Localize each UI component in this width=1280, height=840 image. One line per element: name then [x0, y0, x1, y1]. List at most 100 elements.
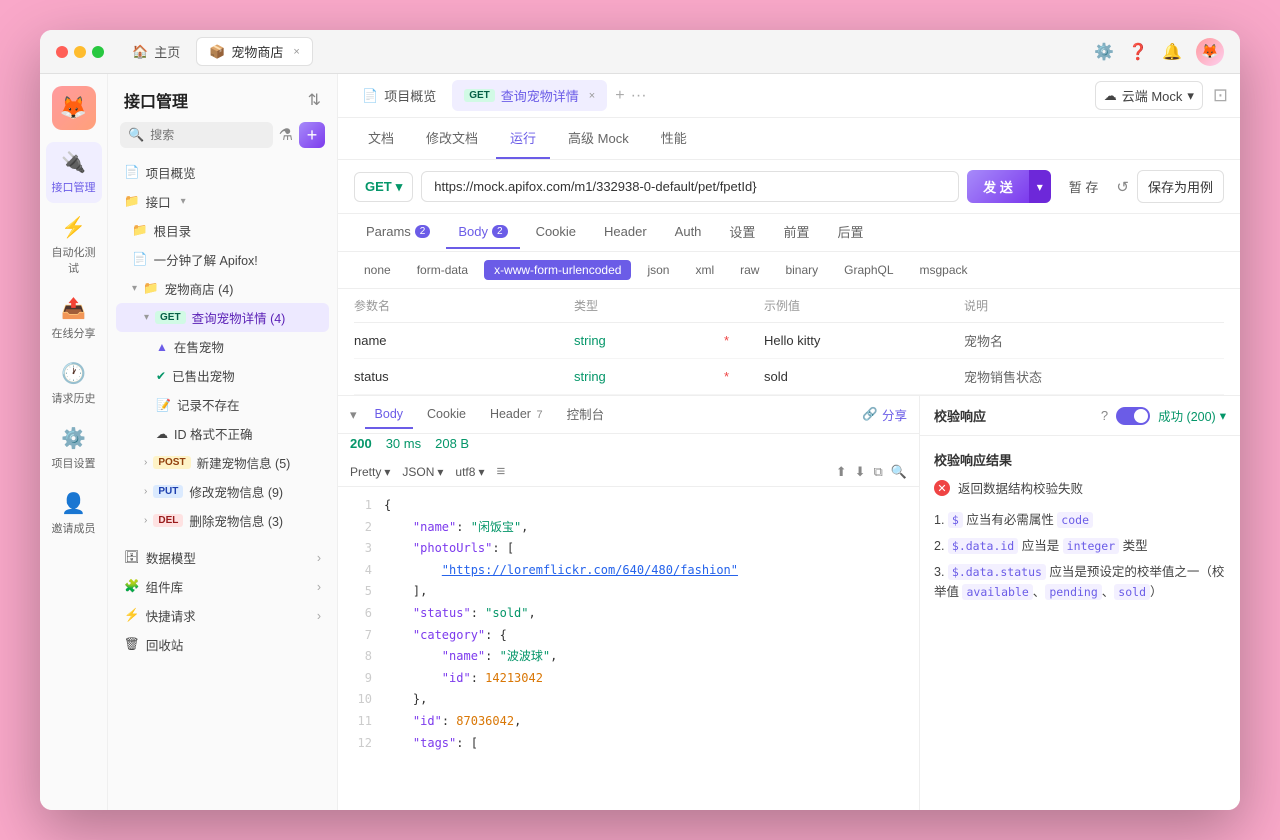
- params-tab-cookie[interactable]: Cookie: [524, 216, 588, 249]
- param-example-name[interactable]: Hello kitty: [764, 333, 964, 348]
- method-select[interactable]: GET ▾: [354, 172, 413, 202]
- tree-item-overview[interactable]: 📄 项目概览: [116, 158, 329, 187]
- body-type-msgpack[interactable]: msgpack: [910, 260, 978, 280]
- encoding-select[interactable]: utf8 ▾: [455, 465, 484, 479]
- add-tab-icon[interactable]: +: [615, 87, 624, 105]
- tree-item-interfaces[interactable]: 📁 接口 ▾: [116, 187, 329, 216]
- response-tab-console[interactable]: 控制台: [557, 398, 615, 431]
- response-tab-header[interactable]: Header 7: [480, 401, 553, 429]
- sidebar-item-automation[interactable]: ⚡ 自动化测试: [46, 207, 102, 284]
- params-tab-settings[interactable]: 设置: [717, 214, 767, 251]
- bell-icon[interactable]: 🔔: [1162, 42, 1182, 62]
- maximize-button[interactable]: [92, 46, 104, 58]
- method-badge-put: PUT: [153, 485, 183, 498]
- sidebar-item-api-management[interactable]: 🔌 接口管理: [46, 142, 102, 203]
- tree-item-del[interactable]: › DEL 删除宠物信息 (3): [116, 506, 329, 535]
- params-tab-auth[interactable]: Auth: [663, 216, 714, 249]
- top-nav-tab-overview[interactable]: 📄 项目概览: [350, 80, 448, 111]
- tree-item-id-error[interactable]: ☁ ID 格式不正确: [116, 419, 329, 448]
- tree-item-quick-request[interactable]: ⚡ 快捷请求 ›: [116, 601, 329, 630]
- body-count-badge: 2: [492, 225, 508, 238]
- sub-tab-run[interactable]: 运行: [496, 118, 550, 159]
- tree-item-pet-shop[interactable]: ▾ 📁 宠物商店 (4): [116, 274, 329, 303]
- minimize-button[interactable]: [74, 46, 86, 58]
- body-type-json[interactable]: json: [637, 260, 679, 280]
- copy-icon[interactable]: ⬆: [836, 464, 847, 480]
- expand-icon[interactable]: ⊡: [1213, 85, 1228, 106]
- titlebar-tab-shop[interactable]: 📦 宠物商店 ×: [196, 37, 313, 66]
- avatar[interactable]: 🦊: [1196, 38, 1224, 66]
- params-tab-header[interactable]: Header: [592, 216, 659, 249]
- sidebar-item-share[interactable]: 📤 在线分享: [46, 288, 102, 349]
- body-type-binary[interactable]: binary: [775, 260, 828, 280]
- tree-item-put-edit[interactable]: › PUT 修改宠物信息 (9): [116, 477, 329, 506]
- body-type-raw[interactable]: raw: [730, 260, 769, 280]
- param-name-name[interactable]: name: [354, 333, 574, 348]
- tree-item-data-model[interactable]: 🗄 数据模型 ›: [116, 543, 329, 572]
- params-tab-post[interactable]: 后置: [825, 214, 875, 251]
- main-layout: 🦊 🔌 接口管理 ⚡ 自动化测试 📤 在线分享 🕐 请求历史 ⚙️ 项目设置: [40, 74, 1240, 810]
- url-input[interactable]: [421, 171, 959, 202]
- filter-icon[interactable]: ⚗: [279, 125, 293, 145]
- response-tab-body[interactable]: Body: [365, 401, 414, 429]
- save-as-button[interactable]: 保存为用例: [1137, 170, 1224, 203]
- format-select[interactable]: Pretty ▾: [350, 465, 390, 479]
- send-button[interactable]: 发 送: [967, 170, 1029, 203]
- sidebar-item-settings[interactable]: ⚙️ 项目设置: [46, 418, 102, 479]
- tree-item-post-create[interactable]: › POST 新建宠物信息 (5): [116, 448, 329, 477]
- body-type-none[interactable]: none: [354, 260, 401, 280]
- cloud-mock-button[interactable]: ☁ 云端 Mock ▾: [1095, 81, 1203, 110]
- wrap-icon[interactable]: ≡: [496, 463, 505, 480]
- duplicate-icon[interactable]: ⧉: [874, 464, 883, 480]
- close-tab-top-icon[interactable]: ×: [589, 90, 595, 102]
- share-button[interactable]: 🔗 分享: [862, 405, 907, 424]
- close-button[interactable]: [56, 46, 68, 58]
- body-type-tabs: none form-data x-www-form-urlencoded jso…: [338, 252, 1240, 289]
- close-tab-icon[interactable]: ×: [293, 46, 299, 58]
- save-area: 暂 存 ↺ 保存为用例: [1059, 170, 1224, 203]
- more-tabs-icon[interactable]: ···: [631, 87, 647, 105]
- add-button[interactable]: +: [299, 122, 325, 148]
- tree-item-intro[interactable]: 📄 一分钟了解 Apifox!: [116, 245, 329, 274]
- body-type-graphql[interactable]: GraphQL: [834, 260, 903, 280]
- settings-icon[interactable]: ⚙️: [1094, 42, 1114, 62]
- sidebar-item-history[interactable]: 🕐 请求历史: [46, 353, 102, 414]
- tree-item-components[interactable]: 🧩 组件库 ›: [116, 572, 329, 601]
- send-dropdown-button[interactable]: ▾: [1029, 170, 1051, 203]
- sub-tab-doc[interactable]: 文档: [354, 118, 408, 159]
- tree-item-for-sale[interactable]: ▲ 在售宠物: [116, 332, 329, 361]
- tree-item-root[interactable]: 📁 根目录: [116, 216, 329, 245]
- panel-sort-icon[interactable]: ⇅: [308, 90, 321, 110]
- search-response-icon[interactable]: 🔍: [891, 464, 907, 480]
- download-icon[interactable]: ⬇: [855, 464, 866, 480]
- search-input[interactable]: [150, 128, 264, 142]
- save-temp-button[interactable]: 暂 存: [1059, 171, 1109, 202]
- validate-help-icon[interactable]: ?: [1101, 408, 1108, 423]
- tree-item-sold[interactable]: ✔ 已售出宠物: [116, 361, 329, 390]
- response-tab-cookie[interactable]: Cookie: [417, 401, 476, 429]
- method-badge-post: POST: [153, 456, 190, 469]
- col-type: 类型: [574, 297, 724, 314]
- sidebar-item-invite[interactable]: 👤 邀请成员: [46, 483, 102, 544]
- tree-item-not-found[interactable]: 📝 记录不存在: [116, 390, 329, 419]
- sub-tab-perf[interactable]: 性能: [647, 118, 701, 159]
- collapse-icon[interactable]: ▾: [350, 407, 357, 423]
- validate-toggle[interactable]: [1116, 407, 1150, 425]
- body-type-form-data[interactable]: form-data: [407, 260, 478, 280]
- type-select[interactable]: JSON ▾: [402, 465, 443, 479]
- help-icon[interactable]: ❓: [1128, 42, 1148, 62]
- sub-tab-edit[interactable]: 修改文档: [412, 118, 492, 159]
- param-example-status[interactable]: sold: [764, 369, 964, 384]
- titlebar-tab-home[interactable]: 🏠 主页: [120, 38, 192, 65]
- tree-item-get-query[interactable]: ▾ GET 查询宠物详情 (4): [116, 303, 329, 332]
- top-nav-tab-get-query[interactable]: GET 查询宠物详情 ×: [452, 80, 607, 111]
- params-tab-params[interactable]: Params 2: [354, 216, 442, 249]
- body-type-urlencoded[interactable]: x-www-form-urlencoded: [484, 260, 631, 280]
- body-type-xml[interactable]: xml: [685, 260, 724, 280]
- params-tab-pre[interactable]: 前置: [771, 214, 821, 251]
- params-tab-body[interactable]: Body 2: [446, 216, 519, 249]
- refresh-icon[interactable]: ↺: [1116, 178, 1129, 196]
- param-name-status[interactable]: status: [354, 369, 574, 384]
- sub-tab-mock[interactable]: 高级 Mock: [554, 118, 643, 159]
- tree-item-trash[interactable]: 🗑 回收站: [116, 630, 329, 659]
